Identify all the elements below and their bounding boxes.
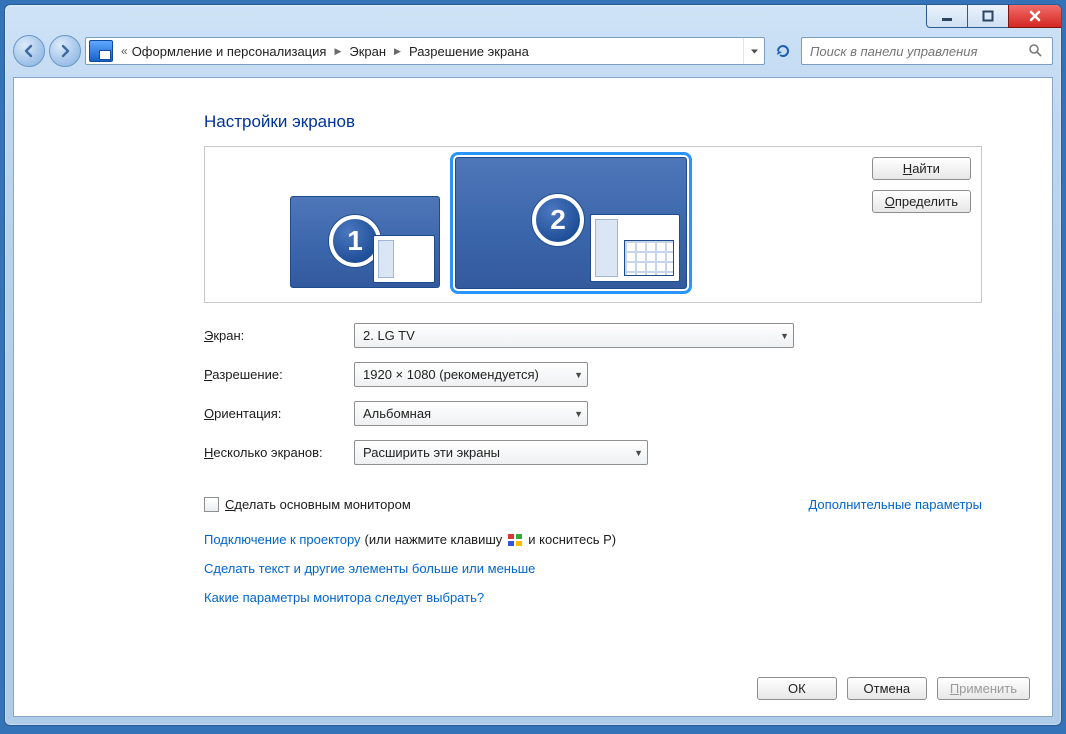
which-settings-link[interactable]: Какие параметры монитора следует выбрать…	[204, 590, 484, 605]
chevron-down-icon: ▼	[634, 448, 643, 458]
text-size-link[interactable]: Сделать текст и другие элементы больше и…	[204, 561, 535, 576]
window-frame: « Оформление и персонализация ▶ Экран ▶ …	[4, 4, 1062, 726]
titlebar	[5, 5, 1061, 33]
multi-display-label: Несколько экранов:	[204, 445, 354, 460]
close-button[interactable]	[1008, 5, 1061, 28]
resolution-label: Разрешение:	[204, 367, 354, 382]
navbar: « Оформление и персонализация ▶ Экран ▶ …	[13, 33, 1053, 69]
search-input[interactable]	[808, 43, 1028, 60]
dialog-actions: ОК Отмена Применить	[757, 677, 1030, 700]
minimize-button[interactable]	[926, 5, 967, 28]
breadcrumb-item[interactable]: Разрешение экрана	[409, 44, 529, 59]
display-select[interactable]: 2. LG TV▼	[354, 323, 794, 348]
search-icon	[1028, 43, 1042, 60]
breadcrumb-item[interactable]: Экран	[349, 44, 386, 59]
search-box[interactable]	[801, 37, 1053, 65]
page-title: Настройки экранов	[204, 112, 982, 132]
refresh-button[interactable]	[769, 37, 797, 65]
apply-button[interactable]: Применить	[937, 677, 1030, 700]
chevron-down-icon: ▼	[574, 409, 583, 419]
content-panel: Настройки экранов 1 2 Найти Определить	[13, 77, 1053, 717]
chevron-right-icon[interactable]: ▶	[388, 46, 407, 57]
cancel-button[interactable]: Отмена	[847, 677, 927, 700]
resolution-select[interactable]: 1920 × 1080 (рекомендуется)▼	[354, 362, 588, 387]
monitor-2[interactable]: 2	[455, 157, 687, 289]
maximize-button[interactable]	[967, 5, 1008, 28]
chevron-down-icon: ▼	[780, 331, 789, 341]
checkbox-icon	[204, 497, 219, 512]
monitor-wallpaper-icon	[590, 214, 680, 282]
address-bar[interactable]: « Оформление и персонализация ▶ Экран ▶ …	[85, 37, 765, 65]
advanced-settings-link[interactable]: Дополнительные параметры	[808, 497, 982, 512]
settings-form: Экран: 2. LG TV▼ Разрешение: 1920 × 1080…	[204, 323, 982, 465]
chevron-right-icon[interactable]: ▶	[328, 46, 347, 57]
address-dropdown-button[interactable]	[743, 38, 764, 64]
breadcrumb-overflow-icon[interactable]: «	[117, 44, 132, 58]
back-button[interactable]	[13, 35, 45, 67]
display-label: Экран:	[204, 328, 354, 343]
projector-link[interactable]: Подключение к проектору	[204, 532, 361, 547]
display-arrangement[interactable]: 1 2 Найти Определить	[204, 146, 982, 303]
orientation-label: Ориентация:	[204, 406, 354, 421]
projector-hint: и коснитесь P)	[528, 532, 616, 547]
identify-button[interactable]: Определить	[872, 190, 971, 213]
projector-hint: (или нажмите клавишу	[365, 532, 503, 547]
monitor-wallpaper-icon	[373, 235, 435, 283]
ok-button[interactable]: ОК	[757, 677, 837, 700]
make-primary-checkbox[interactable]: Сделать основным монитором	[204, 497, 411, 512]
help-links: Подключение к проектору (или нажмите кла…	[204, 532, 982, 605]
breadcrumb-item[interactable]: Оформление и персонализация	[132, 44, 327, 59]
monitor-number-badge: 2	[532, 194, 584, 246]
breadcrumb: Оформление и персонализация ▶ Экран ▶ Ра…	[132, 44, 529, 59]
window-controls	[926, 5, 1061, 28]
orientation-select[interactable]: Альбомная▼	[354, 401, 588, 426]
monitor-1[interactable]: 1	[290, 196, 440, 288]
control-panel-icon	[89, 40, 113, 62]
multi-display-select[interactable]: Расширить эти экраны▼	[354, 440, 648, 465]
windows-key-icon	[508, 534, 522, 546]
forward-button[interactable]	[49, 35, 81, 67]
detect-button[interactable]: Найти	[872, 157, 971, 180]
chevron-down-icon: ▼	[574, 370, 583, 380]
